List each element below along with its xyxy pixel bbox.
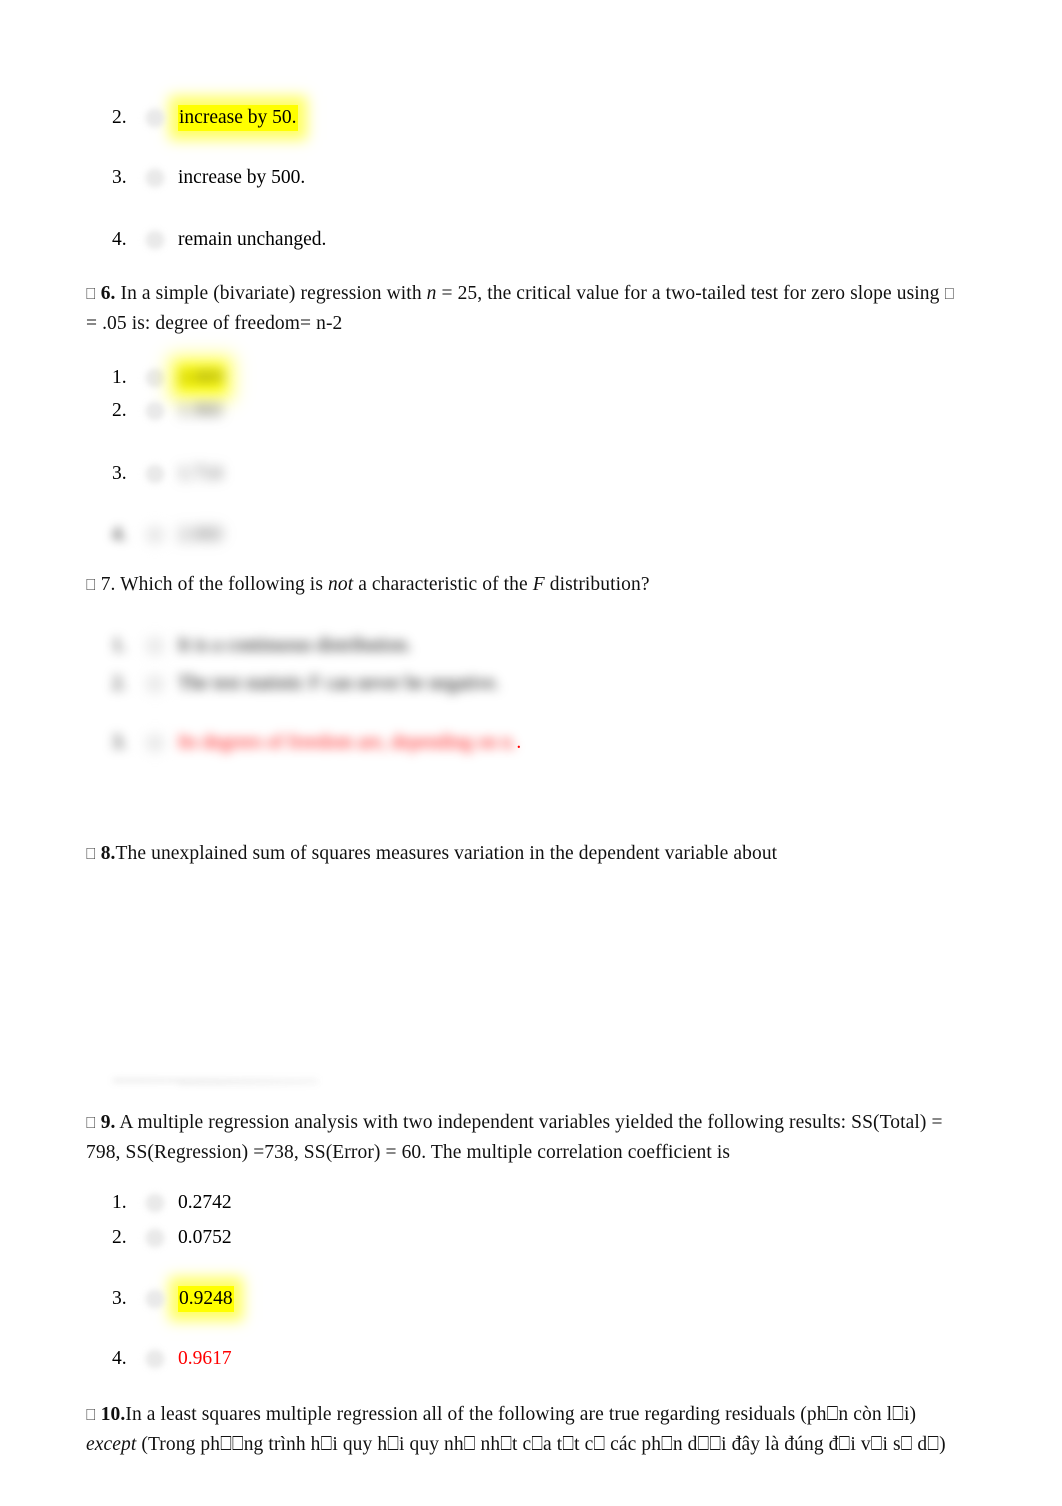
option-label: 0.2742: [178, 1192, 232, 1213]
radio-button-icon[interactable]: [146, 639, 166, 655]
option-label-redacted: 2.060: [178, 524, 222, 545]
question-6-text: ⎕ 6. In a simple (bivariate) regression …: [86, 279, 1030, 339]
list-item[interactable]: 3. 0.9248: [112, 1286, 234, 1312]
option-label: increase by 500.: [178, 167, 306, 188]
emphasis-except: except: [86, 1434, 137, 1455]
radio-button-icon[interactable]: [146, 404, 166, 420]
radio-button-icon[interactable]: [146, 371, 166, 387]
radio-button-icon[interactable]: [146, 1231, 166, 1247]
question-body-b: a characteristic of the: [353, 574, 533, 595]
option-label-redacted: It is a continuous distribution.: [178, 635, 412, 656]
option-number: 2.: [112, 400, 127, 421]
question-number: 10.: [100, 1404, 126, 1425]
question-number: 8.: [100, 843, 116, 864]
alpha-tofu-icon: ⎕: [944, 284, 955, 303]
option-number: 3.: [112, 1288, 127, 1309]
option-number: 1.: [112, 635, 127, 656]
question-body-b: (Trong ph⎕⎕ng trình h⎕i quy h⎕i quy nh⎕ …: [136, 1434, 946, 1455]
option-label: 0.0752: [178, 1227, 232, 1248]
question-body-b: 798, SS(Regression) =738, SS(Error) = 60…: [86, 1142, 731, 1163]
option-number: 2.: [112, 1227, 127, 1248]
question-body-a: Which of the following is: [115, 574, 328, 595]
question-number: 6.: [100, 283, 116, 304]
tofu-bullet-icon: ⎕: [86, 575, 96, 594]
list-item[interactable]: 1. 0.2742: [112, 1190, 232, 1216]
list-item[interactable]: 2. The test statistic F can never be nega…: [112, 671, 500, 697]
radio-button-icon[interactable]: [146, 171, 166, 187]
option-label-redacted: 1.714: [178, 463, 222, 484]
document-page: 2. increase by 50. 3. increase by 500. 4. r…: [0, 0, 1062, 1506]
emphasis-not: not: [328, 574, 354, 595]
list-item[interactable]: 1. It is a continuous distribution.: [112, 633, 411, 659]
radio-button-icon[interactable]: [146, 233, 166, 249]
option-label: 0.9617: [178, 1348, 232, 1369]
question-body-b: = 25, the critical value for a two-taile…: [436, 283, 945, 304]
radio-button-icon[interactable]: [146, 1196, 166, 1212]
option-label: increase by 50.: [178, 105, 298, 131]
question-number: 9.: [100, 1112, 116, 1133]
option-label-redacted: Its degrees of freedom are, depending on…: [178, 732, 517, 753]
list-item[interactable]: 2. 0.0752: [112, 1225, 232, 1251]
option-number: 1.: [112, 367, 127, 388]
option-number: 4.: [112, 1348, 127, 1369]
radio-button-icon[interactable]: [146, 1292, 166, 1308]
list-item[interactable]: 1. 2.069: [112, 365, 224, 391]
erased-content-remnant: [178, 1082, 318, 1085]
option-label: remain unchanged.: [178, 229, 327, 250]
question-7-text: ⎕ 7. Which of the following is not a cha…: [86, 570, 1030, 600]
list-item[interactable]: 3. Its degrees of freedom are, depending …: [112, 730, 521, 756]
option-number: 4.: [112, 524, 127, 545]
option-number: 2.: [112, 673, 127, 694]
radio-button-icon[interactable]: [146, 111, 166, 127]
question-body-a: In a simple (bivariate) regression with: [115, 283, 427, 304]
question-body-a: A multiple regression analysis with two …: [115, 1112, 943, 1133]
list-item[interactable]: 4. remain unchanged.: [112, 227, 326, 253]
list-item[interactable]: 2. 1.960: [112, 398, 222, 424]
radio-button-icon[interactable]: [146, 677, 166, 693]
radio-button-icon[interactable]: [146, 736, 166, 752]
radio-button-icon[interactable]: [146, 1352, 166, 1368]
radio-button-icon[interactable]: [146, 467, 166, 483]
list-item[interactable]: 2. increase by 50.: [112, 105, 298, 131]
question-body: The unexplained sum of squares measures …: [115, 843, 778, 864]
question-body-a: In a least squares multiple regression a…: [125, 1404, 917, 1425]
question-8-text: ⎕ 8.The unexplained sum of squares measu…: [86, 839, 1030, 869]
option-label-redacted: 2.069: [178, 365, 224, 391]
question-body-c: distribution?: [544, 574, 650, 595]
option-label: 0.9248: [178, 1286, 234, 1312]
variable-n: n: [426, 283, 437, 304]
list-item[interactable]: 4. 0.9617: [112, 1346, 232, 1372]
question-10-text: ⎕ 10.In a least squares multiple regress…: [86, 1400, 1030, 1460]
question-9-text: ⎕ 9. A multiple regression analysis with…: [86, 1108, 1030, 1168]
tofu-bullet-icon: ⎕: [86, 1113, 96, 1132]
tofu-bullet-icon: ⎕: [86, 844, 96, 863]
tofu-bullet-icon: ⎕: [86, 1405, 96, 1424]
option-number: 3.: [112, 167, 127, 188]
trailing-period: .: [516, 732, 522, 753]
option-number: 3.: [112, 463, 127, 484]
option-number: 1.: [112, 1192, 127, 1213]
radio-button-icon[interactable]: [146, 528, 166, 544]
list-item[interactable]: 4. 2.060: [112, 522, 222, 548]
option-label-redacted: The test statistic F can never be negati…: [178, 673, 500, 694]
question-body-c: = .05 is: degree of freedom= n-2: [86, 313, 343, 334]
list-item[interactable]: 3. 1.714: [112, 461, 222, 487]
option-number: 3.: [112, 732, 127, 753]
option-number: 4.: [112, 229, 127, 250]
variable-F: F: [532, 574, 545, 595]
option-label-redacted: 1.960: [178, 400, 222, 421]
list-item[interactable]: 3. increase by 500.: [112, 165, 305, 191]
question-number: 7.: [100, 574, 116, 595]
option-number: 2.: [112, 107, 127, 128]
tofu-bullet-icon: ⎕: [86, 284, 96, 303]
